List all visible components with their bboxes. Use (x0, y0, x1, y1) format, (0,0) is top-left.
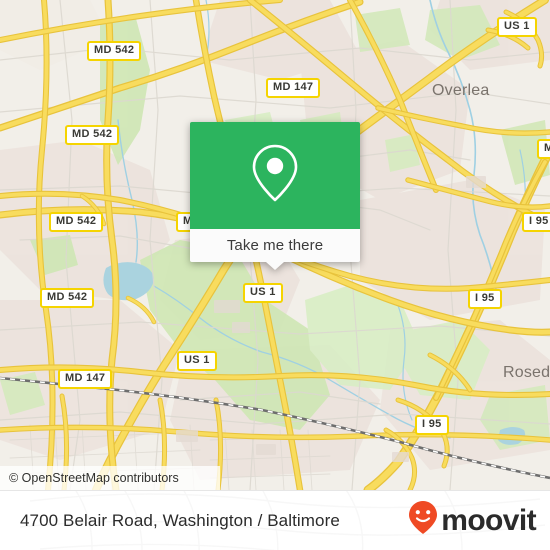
road-shield-md-147-bottom[interactable]: MD 147 (58, 369, 113, 389)
location-popup-card[interactable]: Take me there (190, 122, 360, 270)
moovit-pin-smile-icon (408, 500, 438, 541)
moovit-brand: moovit (408, 500, 537, 541)
map-screenshot-root: .road-major-case { stroke:#e8c33c; fill:… (0, 0, 550, 550)
road-shield-us-1-center[interactable]: US 1 (243, 283, 283, 303)
popup-header (190, 122, 360, 229)
osm-attribution[interactable]: © OpenStreetMap contributors (0, 466, 220, 490)
road-shield-md-147-top[interactable]: MD 147 (266, 78, 321, 98)
popup-pointer-tail (266, 262, 284, 270)
moovit-wordmark: moovit (441, 503, 536, 537)
road-shield-us-1-topright[interactable]: US 1 (497, 17, 537, 37)
road-shield-md-542-upper[interactable]: MD 542 (65, 125, 120, 145)
road-shield-md-542-left[interactable]: MD 542 (40, 288, 95, 308)
road-shield-us-1-lower[interactable]: US 1 (177, 351, 217, 371)
road-shield-i-95-right[interactable]: I 95 (522, 212, 550, 232)
popup-footer[interactable]: Take me there (190, 229, 360, 270)
take-me-there-label: Take me there (226, 237, 324, 254)
road-shield-md-542-top[interactable]: MD 542 (87, 41, 142, 61)
place-label-overlea: Overlea (432, 82, 490, 99)
bottom-info-bar: 4700 Belair Road, Washington / Baltimore… (0, 490, 550, 550)
map-pin-icon (249, 142, 301, 209)
place-label-rosedale: Rosedale (503, 364, 550, 381)
road-shield-md-542-mid[interactable]: MD 542 (49, 212, 104, 232)
road-shield-md-partial-right[interactable]: MD (537, 139, 550, 159)
address-label: 4700 Belair Road, Washington / Baltimore (20, 510, 340, 530)
road-shield-i-95-bottom[interactable]: I 95 (415, 415, 449, 435)
road-shield-i-95-mid[interactable]: I 95 (468, 289, 502, 309)
